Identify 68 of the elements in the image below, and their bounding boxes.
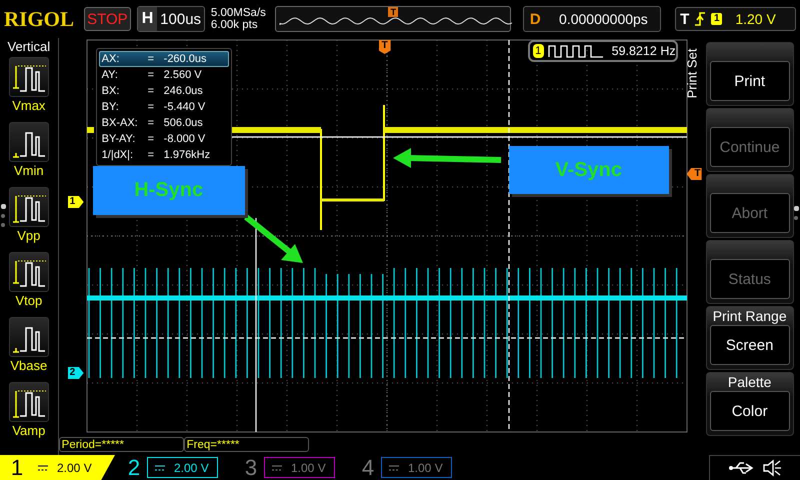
- measure-label: Vtop: [15, 293, 42, 308]
- measure-button[interactable]: [8, 382, 49, 422]
- page-dot: [794, 216, 798, 220]
- timebase-value: 100us: [159, 10, 202, 28]
- measure-label: Vpp: [17, 228, 40, 243]
- menu-button[interactable]: Print: [710, 61, 790, 101]
- channel-marker[interactable]: 2: [68, 367, 84, 379]
- menu-heading: Palette: [726, 373, 772, 391]
- trigger-field[interactable]: T 1 1.20 V: [675, 7, 796, 31]
- channel-badge: 1: [532, 44, 544, 58]
- cursor-line[interactable]: [508, 40, 510, 432]
- trigger-position-marker: T: [388, 7, 398, 17]
- cursor-line[interactable]: [86, 337, 687, 339]
- trigger-label: T: [680, 10, 690, 28]
- measure-label: Vmin: [14, 163, 44, 178]
- annotation-label: V-Sync: [508, 146, 669, 194]
- delay-value: 0.00000000ps: [558, 11, 649, 27]
- speaker-muted-icon: [762, 459, 782, 477]
- delay-field[interactable]: D 0.00000000ps: [522, 6, 662, 32]
- dc-coupling-icon: [271, 464, 283, 472]
- timebase-label: H: [138, 7, 158, 31]
- brand-logo: RIGOL: [4, 6, 76, 32]
- measurement-result: Period=*****: [58, 437, 184, 452]
- trigger-level-marker[interactable]: T: [686, 168, 702, 180]
- readout-row[interactable]: AY: = 2.560 V: [98, 67, 229, 83]
- readout-row[interactable]: BY-AY: = -8.000 V: [98, 131, 229, 147]
- channel-tab[interactable]: 1 2.00 V: [0, 455, 115, 480]
- dc-coupling-icon: [37, 464, 49, 472]
- menu-heading: Print Range: [712, 307, 788, 325]
- sample-rate: 5.00MSa/s: [210, 7, 267, 19]
- usb-icon: [728, 460, 756, 476]
- delay-label: D: [528, 10, 542, 28]
- cursor-line[interactable]: [255, 218, 256, 432]
- rising-edge-icon: [694, 11, 706, 27]
- dc-coupling-icon: [388, 464, 400, 472]
- measure-button[interactable]: [8, 122, 49, 162]
- dc-coupling-icon: [154, 464, 166, 472]
- pointer-arrow: [244, 214, 303, 263]
- trigger-channel-badge: 1: [711, 13, 722, 25]
- measure-button[interactable]: [8, 187, 49, 227]
- annotation-label: H-Sync: [92, 166, 245, 215]
- trigger-position-marker[interactable]: T: [378, 40, 391, 54]
- measure-label: Vamp: [12, 423, 46, 438]
- menu-button[interactable]: Screen: [710, 325, 790, 365]
- readout-row[interactable]: AX: = -260.0us: [98, 51, 229, 67]
- measure-label: Vbase: [10, 358, 48, 373]
- square-wave-icon: [548, 44, 604, 58]
- menu-title: Print Set: [684, 48, 700, 98]
- menu-button[interactable]: Color: [710, 391, 790, 431]
- signal-trace: [86, 127, 94, 133]
- memory-depth: 6.00k pts: [210, 19, 259, 31]
- readout-row[interactable]: BX: = 246.0us: [98, 83, 229, 99]
- measure-label: Vmax: [12, 98, 46, 113]
- timebase-field[interactable]: H 100us: [136, 6, 205, 32]
- measure-button[interactable]: [8, 252, 49, 292]
- readout-row[interactable]: 1/|dX|: = 1.976kHz: [98, 147, 229, 163]
- page-dot: [1, 214, 5, 218]
- readout-row[interactable]: BX-AX: = 506.0us: [98, 115, 229, 131]
- measure-button[interactable]: [8, 57, 49, 97]
- channel-marker[interactable]: 1: [68, 196, 84, 208]
- run-stop-button[interactable]: STOP: [84, 7, 131, 31]
- page-dot: [1, 223, 5, 227]
- measure-button[interactable]: [8, 317, 49, 357]
- measurement-result: Freq=*****: [184, 437, 309, 452]
- trigger-level: 1.20 V: [735, 11, 776, 27]
- frequency-value: 59.8212 Hz: [612, 44, 676, 58]
- readout-row[interactable]: BY: = -5.440 V: [98, 99, 229, 115]
- sidebar-title: Vertical: [8, 39, 50, 54]
